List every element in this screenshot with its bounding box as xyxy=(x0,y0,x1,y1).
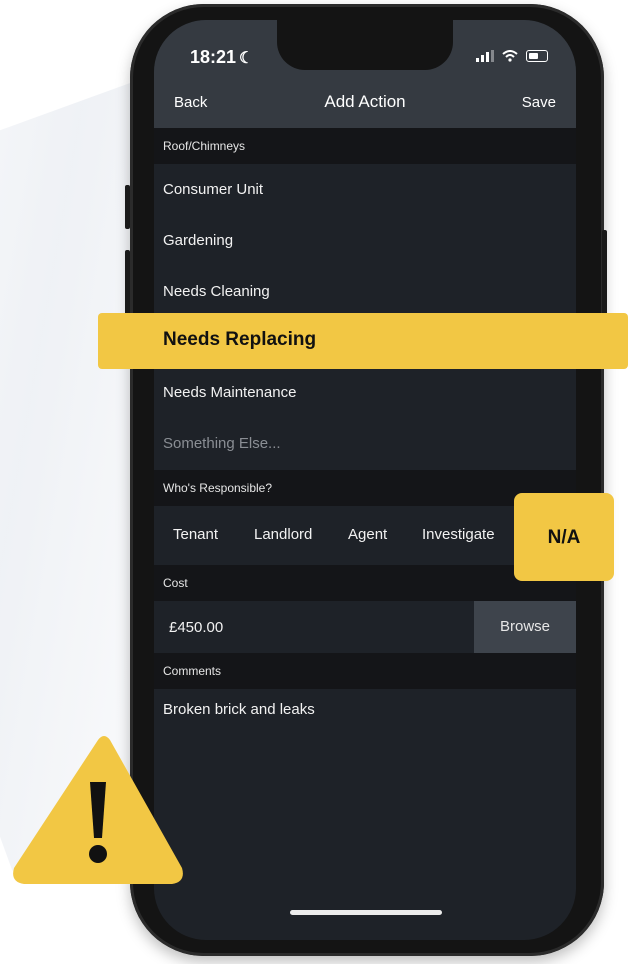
status-time: 18:21 ☾ xyxy=(190,47,253,68)
home-indicator[interactable] xyxy=(290,910,442,915)
option-investigate[interactable]: Investigate xyxy=(422,526,495,543)
phone-screen: 18:21 ☾ Back Add Action Save Roof/Chimney… xyxy=(154,20,576,940)
signal-icon xyxy=(476,50,494,62)
section-header-cost: Cost xyxy=(154,565,576,601)
save-button[interactable]: Save xyxy=(522,94,556,111)
option-landlord[interactable]: Landlord xyxy=(254,526,312,543)
camera-notch xyxy=(277,20,453,70)
option-agent[interactable]: Agent xyxy=(348,526,387,543)
option-tenant[interactable]: Tenant xyxy=(173,526,218,543)
responsible-segmented-control: Tenant Landlord Agent Investigate xyxy=(154,506,576,564)
section-header-comments: Comments xyxy=(154,653,576,689)
phone-side-button-right xyxy=(602,230,607,320)
cost-field: £450.00 Browse xyxy=(154,601,576,653)
something-else-input[interactable]: Something Else... xyxy=(154,418,576,469)
list-item-consumer-unit[interactable]: Consumer Unit xyxy=(154,164,576,215)
list-item-gardening[interactable]: Gardening xyxy=(154,215,576,266)
warning-triangle-icon xyxy=(13,736,183,884)
list-item-needs-cleaning[interactable]: Needs Cleaning xyxy=(154,266,576,317)
page-title: Add Action xyxy=(324,92,406,111)
option-na-label: N/A xyxy=(547,527,581,548)
phone-side-button-left-2 xyxy=(125,250,130,320)
moon-icon: ☾ xyxy=(239,50,254,67)
phone-side-button-left-1 xyxy=(125,185,130,229)
wifi-icon xyxy=(502,50,518,62)
cost-input[interactable]: £450.00 xyxy=(169,619,223,636)
selected-item-label: Needs Replacing xyxy=(163,329,317,350)
battery-icon xyxy=(526,50,548,62)
status-time-text: 18:21 xyxy=(190,47,237,67)
comments-input[interactable]: Broken brick and leaks xyxy=(163,701,315,718)
section-header-responsible: Who's Responsible? xyxy=(154,470,576,506)
list-item-needs-maintenance[interactable]: Needs Maintenance xyxy=(154,367,576,418)
selected-item-needs-replacing[interactable]: Needs Replacing xyxy=(98,313,628,369)
nav-bar: Back Add Action Save xyxy=(154,80,576,128)
status-icons xyxy=(476,50,548,62)
status-bar: 18:21 ☾ xyxy=(154,20,576,80)
section-header-category: Roof/Chimneys xyxy=(154,128,576,164)
browse-button[interactable]: Browse xyxy=(474,601,576,653)
option-na-selected[interactable]: N/A xyxy=(514,493,614,581)
